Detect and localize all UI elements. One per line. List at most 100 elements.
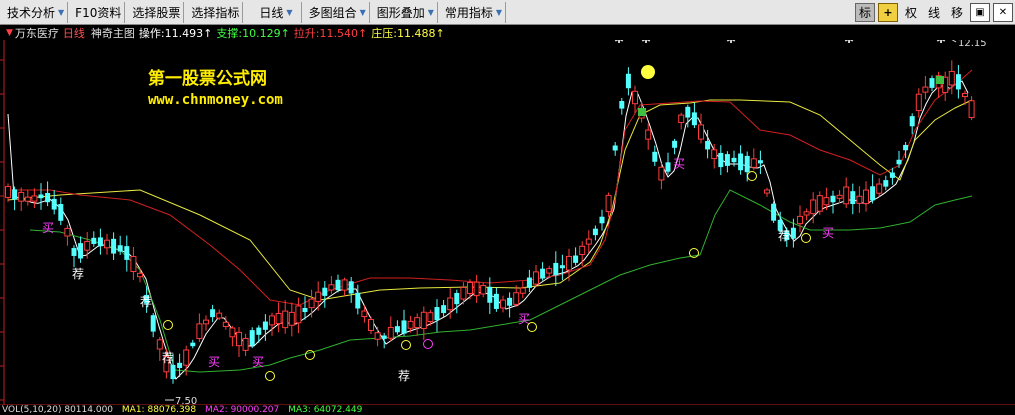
rights-button[interactable]: 权	[901, 3, 921, 22]
candle-down	[744, 155, 750, 173]
candle-up	[308, 298, 315, 309]
indicator-info-bar: ▼ 万东医疗 日线 神奇主图 操作: 11.493 ↑ 支撑: 10.129 ↑…	[0, 26, 449, 41]
candle-down	[78, 243, 84, 259]
recommend-signal-label: 荐	[72, 267, 84, 281]
close-icon[interactable]: ✕	[993, 3, 1013, 22]
ring-signal-icon	[401, 340, 411, 350]
candle-down	[335, 279, 341, 291]
candle-up	[856, 195, 863, 204]
watermark-title: 第一股票公式网	[148, 69, 267, 89]
menu-multi-chart[interactable]: 多图组合 ▼	[304, 1, 370, 23]
restore-window-icon[interactable]: ▣	[970, 3, 990, 22]
candle-up	[764, 189, 770, 194]
star-icon: ✱	[726, 40, 736, 46]
smiley-icon	[641, 65, 655, 79]
crosshair-button[interactable]: +	[878, 3, 898, 22]
ma2-value: 90000.207	[230, 405, 280, 415]
volume-value: 80114.000	[64, 405, 114, 415]
candle-up	[242, 337, 249, 351]
candle-up	[427, 312, 434, 323]
candle-up	[84, 241, 91, 251]
candle-up	[566, 255, 572, 271]
ma-lines	[7, 69, 973, 380]
move-button[interactable]: 移	[947, 3, 967, 22]
price-annotations: 12.15 7.50	[165, 40, 987, 405]
candle-down	[45, 192, 51, 203]
candle-up	[519, 287, 526, 294]
star-icon: ✱	[936, 40, 946, 46]
candle-up	[374, 332, 381, 340]
green-block-marker	[936, 76, 944, 84]
menu-technical-analysis[interactable]: 技术分析 ▼	[2, 1, 69, 23]
menu-select-indicator[interactable]: 选择指标	[186, 1, 244, 23]
caozuo-label: 操作:	[138, 27, 165, 40]
candle-up	[368, 319, 374, 331]
candle-up	[31, 195, 38, 202]
candle-down	[190, 342, 196, 347]
dropdown-arrow-icon: ▼	[359, 7, 366, 17]
candle-down	[757, 160, 763, 164]
candle-up	[275, 312, 282, 324]
candle-down	[454, 292, 460, 305]
up-arrow-icon: ↑	[203, 26, 213, 40]
candle-down	[526, 277, 532, 288]
menu-f10-info[interactable]: F10资料	[70, 1, 126, 23]
buy-signal-label: 买	[42, 221, 54, 235]
candle-down	[91, 237, 97, 244]
period-label: 日线	[62, 27, 85, 40]
buy-signal-label: 买	[252, 355, 264, 369]
candles	[5, 60, 975, 384]
candle-up	[843, 186, 850, 205]
candle-down	[381, 335, 387, 339]
ring-signal-icon	[423, 339, 433, 349]
buy-signal-label: 买	[822, 226, 834, 240]
zhuangya-label: 庄压:	[371, 27, 397, 40]
candle-down	[896, 159, 902, 165]
candle-up	[196, 323, 203, 340]
candle-up	[968, 100, 975, 119]
recommend-signal-label: 荐	[140, 295, 152, 309]
candle-down	[540, 268, 546, 279]
candle-up	[420, 311, 427, 330]
candle-down	[12, 189, 18, 200]
dropdown-triangle-icon[interactable]: ▼	[6, 28, 13, 38]
candle-down	[493, 293, 499, 309]
volume-info-bar: VOL(5,10,20) 80114.000 MA1: 88076.398 MA…	[0, 405, 362, 415]
menu-overlay[interactable]: 图形叠加 ▼	[372, 1, 438, 23]
candle-up	[24, 196, 31, 202]
menu-period[interactable]: 日线 ▼	[245, 1, 302, 23]
up-arrow-icon: ↑	[280, 26, 290, 40]
star-icon: ✱	[641, 40, 651, 46]
candle-up	[513, 292, 520, 305]
candle-down	[322, 287, 328, 296]
menu-label: 常用指标	[444, 5, 493, 20]
menu-common-indicators[interactable]: 常用指标 ▼	[440, 1, 507, 23]
mark-button[interactable]: 标	[855, 3, 875, 22]
candle-down	[903, 144, 909, 151]
candle-down	[507, 297, 513, 306]
candle-up	[460, 287, 467, 300]
candle-up	[130, 255, 137, 273]
candle-up	[229, 327, 236, 338]
candle-down	[685, 106, 691, 118]
candle-up	[288, 311, 295, 326]
candle-down	[487, 286, 493, 303]
buy-signal-label: 买	[208, 355, 220, 369]
ma1-label: MA1:	[121, 405, 145, 415]
ring-signal-icon	[801, 233, 811, 243]
candle-up	[341, 279, 348, 291]
lasheng-value: 11.540	[319, 26, 359, 40]
volume-label: VOL(5,10,20)	[2, 405, 62, 415]
candle-up	[605, 194, 612, 213]
candle-down	[790, 227, 796, 239]
candle-up	[500, 299, 506, 309]
candle-down	[955, 74, 961, 90]
zhicheng-value: 10.129	[242, 26, 281, 40]
menu-select-stock[interactable]: 选择股票	[127, 1, 185, 23]
candle-down	[38, 194, 44, 199]
candle-down	[652, 151, 658, 162]
candle-down	[355, 292, 361, 309]
stock-name: 万东医疗	[14, 27, 59, 40]
candle-up	[156, 339, 163, 350]
line-button[interactable]: 线	[924, 3, 944, 22]
